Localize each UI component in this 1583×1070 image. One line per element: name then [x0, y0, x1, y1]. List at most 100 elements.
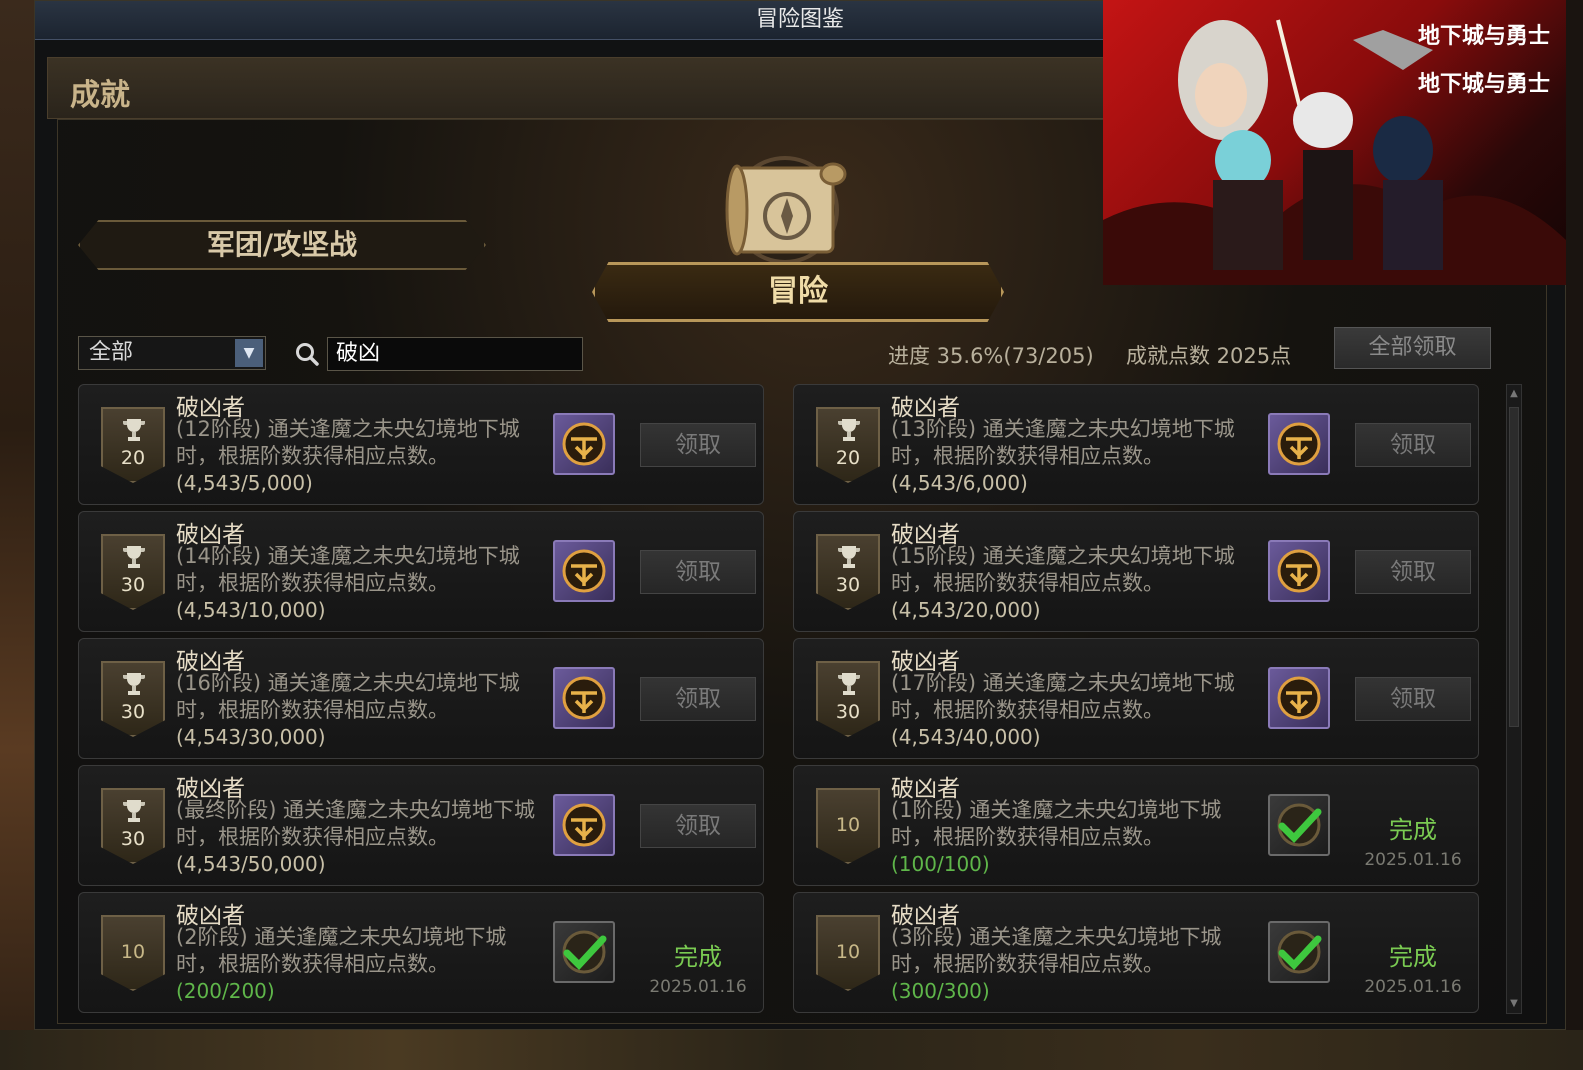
achievement-description: (15阶段) 通关逢魔之未央幻境地下城时，根据阶数获得相应点数。 — [891, 544, 1235, 595]
trophy-icon — [123, 419, 145, 441]
achievement-description: (12阶段) 通关逢魔之未央幻境地下城时，根据阶数获得相应点数。 — [176, 417, 520, 468]
achievement-points-badge: 10 — [816, 788, 880, 864]
achievement-points-badge: 30 — [101, 788, 165, 864]
achievement-description: (1阶段) 通关逢魔之未央幻境地下城时，根据阶数获得相应点数。 — [891, 798, 1222, 849]
checkmark-icon — [1268, 921, 1330, 983]
achievement-description: (13阶段) 通关逢魔之未央幻境地下城时，根据阶数获得相应点数。 — [891, 417, 1235, 468]
reward-emblem-icon[interactable] — [1268, 540, 1330, 602]
category-filter-select[interactable]: 全部 ▼ — [78, 336, 266, 370]
completed-date: 2025.01.16 — [649, 977, 747, 997]
trophy-icon — [123, 800, 145, 822]
claim-button[interactable]: 领取 — [640, 804, 756, 848]
achievement-progress-count: (4,543/20,000) — [891, 598, 1041, 622]
achievement-card: 30 破凶者 (17阶段) 通关逢魔之未央幻境地下城时，根据阶数获得相应点数。 … — [793, 638, 1479, 759]
achievement-points-badge: 30 — [816, 534, 880, 610]
reward-emblem-icon[interactable] — [1268, 413, 1330, 475]
achievement-progress-count: (200/200) — [176, 979, 275, 1003]
game-logo: 地下城与勇士 — [1417, 71, 1550, 97]
checkmark-icon — [553, 921, 615, 983]
achievement-description: (最终阶段) 通关逢魔之未央幻境地下城时，根据阶数获得相应点数。 — [176, 798, 536, 849]
trophy-icon — [123, 673, 145, 695]
achievement-progress-count: (4,543/5,000) — [176, 471, 313, 495]
achievement-card: 30 破凶者 (15阶段) 通关逢魔之未央幻境地下城时，根据阶数获得相应点数。 … — [793, 511, 1479, 632]
tab-adventure[interactable]: 冒险 — [592, 262, 1004, 322]
reward-emblem-icon[interactable] — [553, 540, 615, 602]
claim-button[interactable]: 领取 — [640, 423, 756, 467]
achievement-progress-count: (4,543/6,000) — [891, 471, 1028, 495]
promo-banner: 地下城与勇士 地下城与勇士 — [1103, 0, 1566, 285]
scroll-up-arrow-icon[interactable]: ▲ — [1508, 387, 1520, 401]
claim-button[interactable]: 领取 — [1355, 677, 1471, 721]
achievement-points: 30 — [120, 701, 146, 723]
achievement-card: 20 破凶者 (12阶段) 通关逢魔之未央幻境地下城时，根据阶数获得相应点数。 … — [78, 384, 764, 505]
completed-label: 完成 — [1389, 816, 1437, 844]
adventure-scroll-icon — [725, 156, 847, 264]
achievement-progress-count: (4,543/10,000) — [176, 598, 326, 622]
search-icon — [296, 343, 319, 366]
achievement-points: 20 — [835, 447, 861, 469]
achievement-progress-count: (4,543/50,000) — [176, 852, 326, 876]
completed-date: 2025.01.16 — [1364, 977, 1462, 997]
achievement-description: (2阶段) 通关逢魔之未央幻境地下城时，根据阶数获得相应点数。 — [176, 925, 507, 976]
achievement-progress-count: (4,543/30,000) — [176, 725, 326, 749]
scrollbar-thumb[interactable] — [1509, 407, 1519, 727]
scroll-down-arrow-icon[interactable]: ▼ — [1508, 997, 1520, 1011]
trophy-icon — [838, 419, 860, 441]
claim-button[interactable]: 领取 — [640, 550, 756, 594]
achievement-card: 30 破凶者 (最终阶段) 通关逢魔之未央幻境地下城时，根据阶数获得相应点数。 … — [78, 765, 764, 886]
completed-date: 2025.01.16 — [1364, 850, 1462, 870]
achievement-points-badge: 30 — [101, 534, 165, 610]
completed-label: 完成 — [674, 943, 722, 971]
claim-button[interactable]: 领取 — [640, 677, 756, 721]
achievement-points-badge: 10 — [101, 915, 165, 991]
achievement-card: 10 破凶者 (1阶段) 通关逢魔之未央幻境地下城时，根据阶数获得相应点数。 (… — [793, 765, 1479, 886]
achievement-points-badge: 20 — [101, 407, 165, 483]
achievement-points-badge: 10 — [816, 915, 880, 991]
claim-button[interactable]: 领取 — [1355, 550, 1471, 594]
game-background-left — [0, 0, 34, 1070]
section-title: 成就 — [70, 78, 130, 113]
achievement-card: 10 破凶者 (2阶段) 通关逢魔之未央幻境地下城时，根据阶数获得相应点数。 (… — [78, 892, 764, 1013]
achievement-points: 30 — [120, 574, 146, 596]
achievement-points-badge: 30 — [816, 661, 880, 737]
achievement-card: 10 破凶者 (3阶段) 通关逢魔之未央幻境地下城时，根据阶数获得相应点数。 (… — [793, 892, 1479, 1013]
achievement-points-badge: 20 — [816, 407, 880, 483]
search-input[interactable]: 破凶 — [327, 337, 583, 371]
game-logo: 地下城与勇士 — [1417, 23, 1550, 49]
reward-emblem-icon[interactable] — [553, 667, 615, 729]
reward-emblem-icon[interactable] — [553, 794, 615, 856]
achievement-card: 30 破凶者 (16阶段) 通关逢魔之未央幻境地下城时，根据阶数获得相应点数。 … — [78, 638, 764, 759]
list-scrollbar[interactable]: ▲ ▼ — [1506, 384, 1522, 1014]
progress-text: 进度 35.6%(73/205) — [888, 344, 1094, 368]
trophy-icon — [123, 546, 145, 568]
achievement-card: 30 破凶者 (14阶段) 通关逢魔之未央幻境地下城时，根据阶数获得相应点数。 … — [78, 511, 764, 632]
achievement-points-text: 成就点数 2025点 — [1126, 344, 1292, 368]
achievement-progress-count: (100/100) — [891, 852, 990, 876]
reward-emblem-icon[interactable] — [1268, 667, 1330, 729]
achievement-points: 10 — [120, 941, 146, 963]
achievement-progress-count: (300/300) — [891, 979, 990, 1003]
tab-guild-siege[interactable]: 军团/攻坚战 — [78, 220, 486, 270]
achievement-points: 30 — [120, 828, 146, 850]
chevron-down-icon[interactable]: ▼ — [235, 339, 263, 367]
trophy-icon — [838, 673, 860, 695]
checkmark-icon — [1268, 794, 1330, 856]
achievement-points: 30 — [835, 701, 861, 723]
achievement-points: 10 — [835, 941, 861, 963]
claim-button[interactable]: 领取 — [1355, 423, 1471, 467]
achievement-points-badge: 30 — [101, 661, 165, 737]
trophy-icon — [838, 546, 860, 568]
game-hud-bottom — [0, 1030, 1583, 1070]
claim-all-button[interactable]: 全部领取 — [1334, 327, 1491, 369]
achievement-description: (17阶段) 通关逢魔之未央幻境地下城时，根据阶数获得相应点数。 — [891, 671, 1235, 722]
achievement-description: (3阶段) 通关逢魔之未央幻境地下城时，根据阶数获得相应点数。 — [891, 925, 1222, 976]
achievement-progress-count: (4,543/40,000) — [891, 725, 1041, 749]
achievement-points: 20 — [120, 447, 146, 469]
achievement-list: 20 破凶者 (12阶段) 通关逢魔之未央幻境地下城时，根据阶数获得相应点数。 … — [78, 384, 1488, 1014]
achievement-card: 20 破凶者 (13阶段) 通关逢魔之未央幻境地下城时，根据阶数获得相应点数。 … — [793, 384, 1479, 505]
achievement-points: 10 — [835, 814, 861, 836]
achievement-description: (14阶段) 通关逢魔之未央幻境地下城时，根据阶数获得相应点数。 — [176, 544, 520, 595]
category-filter-value: 全部 — [89, 340, 134, 365]
reward-emblem-icon[interactable] — [553, 413, 615, 475]
completed-label: 完成 — [1389, 943, 1437, 971]
